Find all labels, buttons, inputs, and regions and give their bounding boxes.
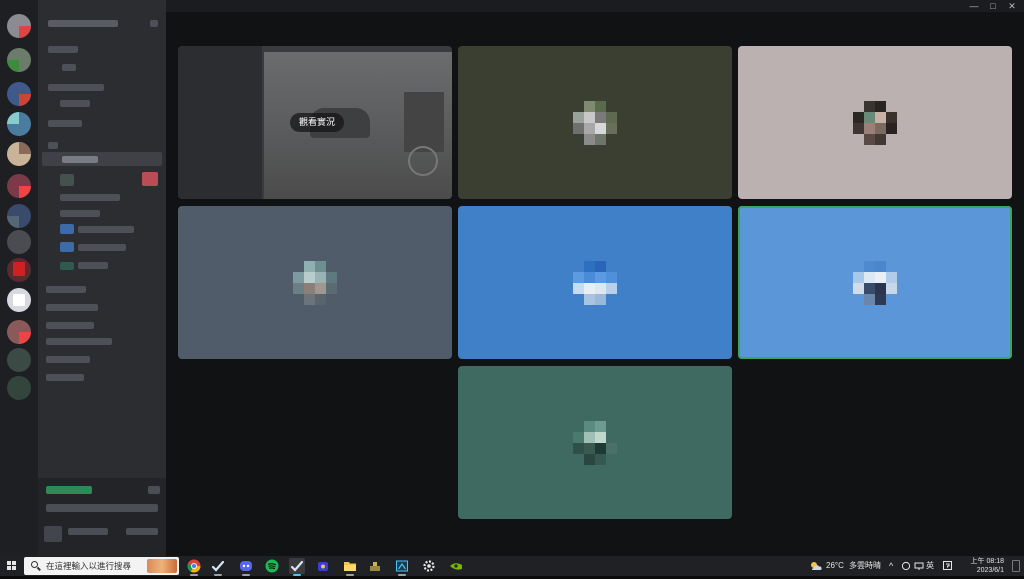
avatar [293, 260, 337, 305]
clock-date: 2023/6/1 [976, 567, 1004, 574]
server-rail [0, 0, 38, 556]
taskbar-search-box[interactable]: 在這裡輸入以進行搜尋 [24, 557, 179, 575]
file-explorer-icon[interactable] [342, 558, 358, 576]
voice-controls[interactable] [46, 504, 158, 512]
avatar [60, 242, 74, 252]
stream-preview-sidebar [178, 46, 262, 199]
chevron-up-icon[interactable]: ^ [889, 556, 893, 576]
minimize-button[interactable]: — [966, 0, 982, 12]
participant-tile-speaking[interactable] [738, 206, 1012, 359]
voice-user[interactable] [60, 194, 120, 201]
search-icon [31, 561, 38, 568]
avatar [60, 174, 74, 186]
server-icon[interactable] [7, 230, 31, 254]
clock-time: 上午 08:18 [970, 558, 1004, 565]
watch-stream-button[interactable]: 觀看實況 [290, 113, 345, 132]
server-icon[interactable] [7, 82, 31, 106]
channel-item[interactable] [46, 286, 86, 293]
taskbar: 在這裡輸入以進行搜尋 26°C 多雲時晴 ^ 英 上午 08:18 2023/6… [0, 556, 1024, 576]
participant-tile[interactable] [458, 46, 732, 199]
weather-desc[interactable]: 多雲時晴 [849, 556, 881, 576]
avatar [853, 260, 897, 305]
screen-share-tile[interactable]: 觀看實況 [178, 46, 452, 199]
server-icon[interactable] [7, 204, 31, 228]
signal-icon[interactable] [148, 486, 160, 494]
server-icon[interactable] [7, 258, 31, 282]
server-icon[interactable] [7, 288, 31, 312]
channel-item[interactable] [48, 84, 104, 91]
app-icon[interactable] [394, 558, 410, 576]
avatar [853, 100, 897, 145]
chrome-icon[interactable] [186, 558, 202, 576]
weather-icon[interactable] [809, 556, 823, 576]
search-highlight-image [147, 559, 177, 573]
server-icon[interactable] [7, 14, 31, 38]
settings-icon[interactable] [421, 558, 437, 574]
username [68, 528, 108, 535]
notification-icon[interactable] [1012, 560, 1020, 572]
voice-user[interactable] [78, 262, 108, 269]
channel-item[interactable] [46, 322, 94, 329]
channel-item[interactable] [48, 46, 78, 53]
server-icon[interactable] [7, 112, 31, 136]
discord-icon[interactable] [238, 558, 254, 576]
chevron-down-icon[interactable] [150, 20, 158, 27]
channel-item[interactable] [46, 304, 98, 311]
channel-item[interactable] [60, 100, 90, 107]
ime-indicator[interactable]: 英 [926, 556, 934, 576]
windows-start-icon[interactable] [7, 561, 17, 571]
participant-tile[interactable] [178, 206, 452, 359]
participant-tile[interactable] [458, 366, 732, 519]
avatar [573, 100, 617, 145]
video-stage: 觀看實況 [166, 12, 1024, 556]
app-icon[interactable] [315, 558, 331, 574]
close-button[interactable]: ✕ [1004, 0, 1020, 12]
nvidia-icon[interactable] [448, 558, 464, 574]
voice-channel-active[interactable] [42, 152, 162, 166]
voice-user[interactable] [78, 226, 134, 233]
voice-user[interactable] [60, 210, 100, 217]
channel-item[interactable] [48, 120, 82, 127]
server-icon[interactable] [7, 348, 31, 372]
channel-item[interactable] [46, 338, 112, 345]
steam-icon[interactable] [210, 558, 226, 576]
avatar [60, 224, 74, 234]
participant-tile[interactable] [738, 46, 1012, 199]
app-icon[interactable] [367, 558, 383, 574]
avatar [60, 262, 74, 270]
channel-sidebar [38, 0, 166, 556]
voice-channel-label [62, 156, 98, 163]
server-icon[interactable] [7, 174, 31, 198]
server-icon[interactable] [7, 48, 31, 72]
avatar [573, 260, 617, 305]
tray-app-icon[interactable] [943, 556, 952, 576]
server-icon[interactable] [7, 320, 31, 344]
spotify-icon[interactable] [264, 558, 280, 574]
participant-tile[interactable] [458, 206, 732, 359]
network-icon[interactable] [901, 556, 911, 576]
maximize-button[interactable]: □ [985, 0, 1001, 12]
server-icon[interactable] [7, 376, 31, 400]
user-settings-buttons[interactable] [126, 528, 158, 535]
weather-temp[interactable]: 26°C [826, 556, 844, 576]
display-icon[interactable] [914, 556, 924, 576]
search-placeholder: 在這裡輸入以進行搜尋 [46, 561, 132, 571]
user-panel [38, 478, 166, 556]
channel-item[interactable] [62, 64, 76, 71]
channel-item[interactable] [46, 374, 84, 381]
channel-item[interactable] [48, 142, 58, 149]
voice-user[interactable] [78, 244, 126, 251]
avatar [44, 526, 62, 542]
server-name [48, 20, 118, 27]
channel-item[interactable] [46, 356, 90, 363]
taskbar-clock[interactable]: 上午 08:18 2023/6/1 [971, 557, 1004, 575]
live-badge [142, 172, 158, 186]
voice-connected-status [46, 486, 92, 494]
server-icon[interactable] [7, 142, 31, 166]
avatar [573, 420, 617, 465]
steam-icon[interactable] [289, 558, 305, 576]
